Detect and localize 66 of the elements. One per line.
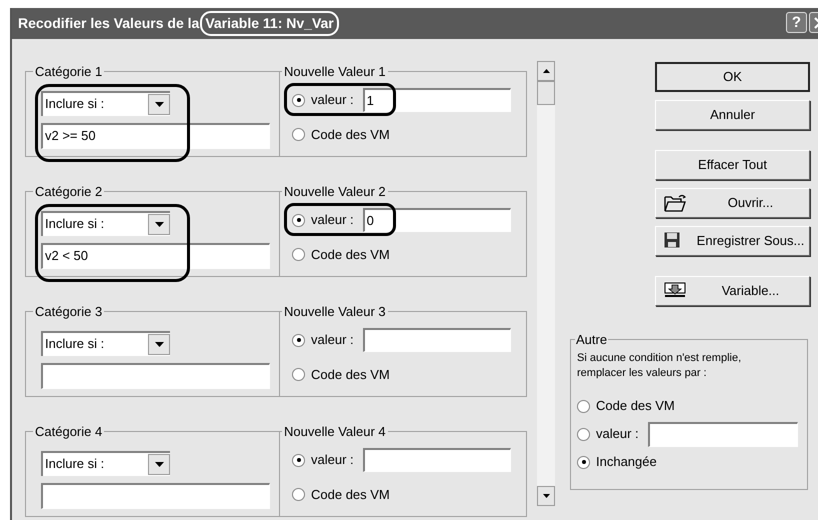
window-title: Recodifier les Valeurs de la	[18, 14, 200, 33]
group-title: Catégorie 2	[34, 183, 104, 201]
value-field[interactable]: 1	[362, 88, 511, 112]
radio-button[interactable]	[292, 248, 305, 261]
caret-icon	[154, 342, 164, 346]
option-label[interactable]: valeur :	[311, 90, 354, 110]
option-label[interactable]: Code des VM	[311, 244, 390, 264]
value-field[interactable]	[362, 328, 511, 352]
condition-field[interactable]	[41, 362, 270, 388]
scroll-down-button[interactable]	[537, 486, 555, 506]
window-title-variable: Variable 11: Nv_Var	[202, 13, 337, 34]
option-label[interactable]: valeur :	[311, 330, 354, 350]
value-field[interactable]	[648, 422, 798, 446]
option-label[interactable]: valeur :	[311, 210, 354, 230]
caret-icon	[154, 102, 164, 106]
scrollbar[interactable]	[537, 61, 555, 506]
value-field[interactable]: 0	[362, 208, 511, 232]
down-arrow-icon	[542, 494, 550, 498]
radio-button[interactable]	[292, 454, 305, 466]
group-title: Nouvelle Valeur 4	[283, 423, 387, 441]
radio-button[interactable]	[292, 94, 305, 106]
scroll-up-button[interactable]	[537, 61, 555, 81]
radio-button[interactable]	[292, 488, 305, 501]
option-label[interactable]: Code des VM	[311, 364, 390, 384]
group-title: Nouvelle Valeur 2	[283, 183, 387, 201]
action-button[interactable]: Annuler	[655, 100, 810, 130]
action-button[interactable]: Effacer Tout	[655, 150, 810, 180]
condition-field[interactable]: v2 >= 50	[41, 122, 270, 148]
option-label[interactable]: Code des VM	[311, 124, 390, 144]
option-label[interactable]: Code des VM	[596, 396, 675, 416]
radio-button[interactable]	[292, 214, 305, 226]
group-title: Catégorie 4	[34, 423, 104, 441]
condition-field[interactable]	[41, 482, 270, 508]
caret-icon	[154, 222, 164, 226]
condition-dropdown[interactable]: Inclure si :	[41, 450, 170, 476]
condition-dropdown[interactable]: Inclure si :	[41, 330, 170, 356]
scroll-thumb[interactable]	[537, 81, 555, 105]
group-title: Catégorie 3	[34, 303, 104, 321]
monitor-arrow-icon	[664, 282, 686, 298]
option-label[interactable]: valeur :	[311, 450, 354, 470]
option-label[interactable]: valeur :	[596, 424, 639, 444]
group-title: Autre	[575, 331, 608, 349]
action-button[interactable]: Ouvrir...	[655, 188, 810, 218]
action-button[interactable]: Variable...	[655, 276, 810, 306]
description-text: Si aucune condition n'est remplie, remplacer les valeurs par :	[577, 350, 742, 380]
condition-field[interactable]: v2 < 50	[41, 242, 270, 268]
radio-button[interactable]	[577, 400, 590, 412]
group-title: Nouvelle Valeur 1	[283, 63, 387, 81]
value-field[interactable]	[362, 448, 511, 472]
radio-button[interactable]	[577, 456, 590, 468]
condition-dropdown[interactable]: Inclure si :	[41, 90, 170, 116]
condition-dropdown[interactable]: Inclure si :	[41, 210, 170, 236]
option-label[interactable]: Inchangée	[596, 452, 657, 472]
option-label[interactable]: Code des VM	[311, 484, 390, 504]
action-button[interactable]: OK	[655, 62, 810, 92]
help-button[interactable]: ?	[786, 12, 807, 33]
radio-button[interactable]	[292, 128, 305, 141]
radio-button[interactable]	[292, 334, 305, 346]
group-title: Catégorie 1	[34, 63, 104, 81]
up-arrow-icon	[542, 69, 550, 73]
group-title: Nouvelle Valeur 3	[283, 303, 387, 321]
action-button[interactable]: Enregistrer Sous...	[655, 226, 810, 256]
radio-button[interactable]	[292, 368, 305, 381]
caret-icon	[154, 462, 164, 466]
radio-button[interactable]	[577, 428, 590, 440]
folder-icon	[664, 194, 686, 212]
